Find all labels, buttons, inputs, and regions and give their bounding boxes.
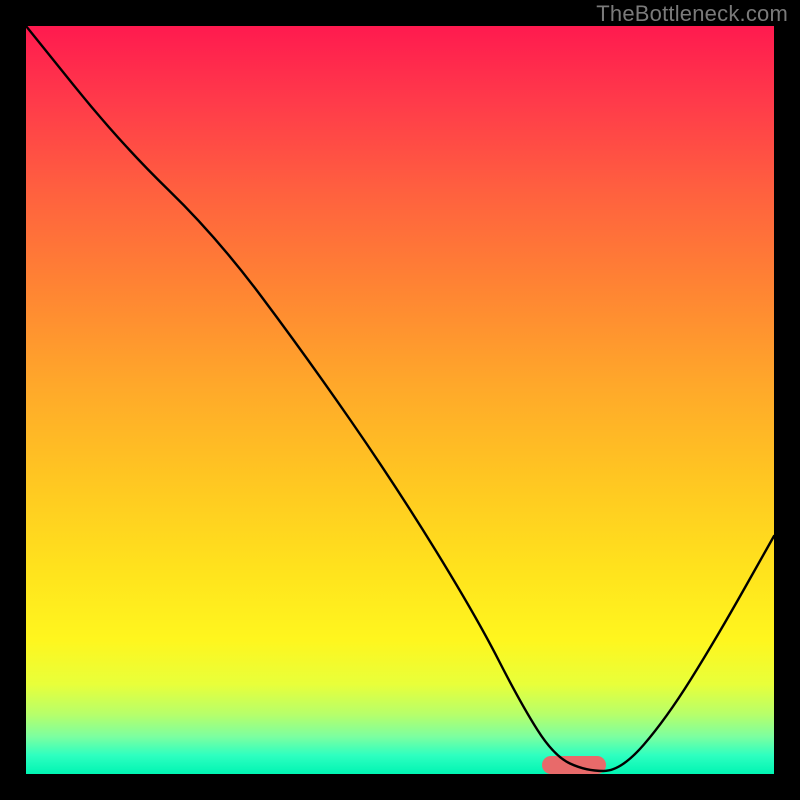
bottleneck-curve (26, 26, 774, 774)
plot-area (26, 26, 774, 774)
watermark-text: TheBottleneck.com (596, 1, 788, 27)
